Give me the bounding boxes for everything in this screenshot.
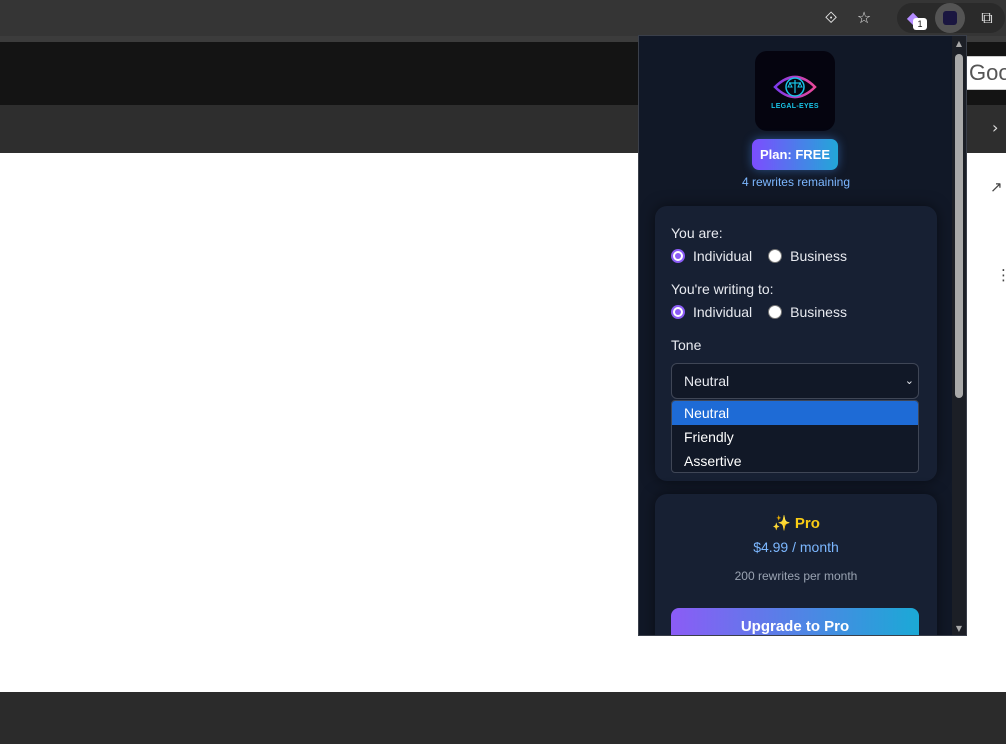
pro-title: ✨ Pro (655, 514, 937, 532)
scroll-up-arrow-icon[interactable]: ▲ (954, 39, 964, 48)
tone-selected-value: Neutral (684, 373, 730, 389)
tone-option-friendly[interactable]: Friendly (672, 425, 918, 449)
sparkles-icon: ✨ (772, 514, 791, 532)
writing-to-individual-label[interactable]: Individual (693, 304, 752, 320)
pro-title-text: Pro (794, 515, 820, 532)
settings-card: You are: Individual Business You're writ… (655, 206, 937, 481)
more-vert-icon[interactable]: ⋮ (996, 266, 1006, 284)
you-are-radio-group: Individual Business (671, 247, 847, 265)
legal-eyes-small-icon (943, 11, 957, 25)
legal-eyes-logo: LEGAL-EYES (755, 51, 835, 131)
tone-option-assertive[interactable]: Assertive (672, 449, 918, 472)
bookmark-star-icon[interactable]: ☆ (852, 6, 876, 30)
upgrade-to-pro-button[interactable]: Upgrade to Pro (671, 608, 919, 635)
you-are-label: You are: (671, 225, 723, 241)
you-are-individual-radio[interactable] (671, 249, 685, 263)
tone-select[interactable]: Neutral ⌄ (671, 363, 919, 399)
extension-badge-count: 1 (913, 18, 927, 30)
writing-to-business-label[interactable]: Business (790, 304, 847, 320)
page-bottom-bar (0, 692, 1006, 744)
plan-badge: Plan: FREE (752, 139, 838, 170)
open-external-icon[interactable]: ↗ (990, 178, 1003, 196)
tone-dropdown-list: Neutral Friendly Assertive (671, 400, 919, 473)
pro-price: $4.99 / month (753, 539, 839, 555)
you-are-individual-label[interactable]: Individual (693, 248, 752, 264)
pro-description: 200 rewrites per month (734, 569, 858, 583)
pro-plan-card: ✨ Pro $4.99 / month 200 rewrites per mon… (655, 494, 937, 635)
you-are-business-radio[interactable] (768, 249, 783, 263)
chevron-down-icon: ⌄ (904, 374, 914, 387)
legal-eyes-extension-button[interactable] (935, 3, 965, 33)
rewrites-remaining: 4 rewrites remaining (741, 175, 851, 189)
chevron-right-icon[interactable]: › (992, 118, 998, 137)
browser-toolbar: ⟐ ☆ ◆ 1 ⧉ (0, 0, 1006, 36)
you-are-business-label[interactable]: Business (790, 248, 847, 264)
writing-to-label: You're writing to: (671, 281, 774, 297)
tone-label: Tone (671, 337, 702, 353)
tone-option-neutral[interactable]: Neutral (672, 401, 918, 425)
scroll-down-arrow-icon[interactable]: ▼ (954, 624, 964, 633)
logo-text: LEGAL-EYES (771, 103, 819, 110)
install-app-icon[interactable]: ⟐ (819, 6, 843, 30)
writing-to-individual-radio[interactable] (671, 305, 685, 319)
eye-scale-icon (773, 75, 817, 99)
extensions-puzzle-icon[interactable]: ⧉ (975, 6, 999, 30)
legal-eyes-popup: LEGAL-EYES Plan: FREE 4 rewrites remaini… (638, 35, 967, 636)
writing-to-radio-group: Individual Business (671, 303, 847, 321)
popup-scrollbar[interactable]: ▲ ▼ (952, 36, 966, 635)
google-logo-chip[interactable]: Goog (966, 56, 1006, 90)
writing-to-business-radio[interactable] (768, 305, 783, 319)
scroll-thumb[interactable] (955, 54, 963, 398)
